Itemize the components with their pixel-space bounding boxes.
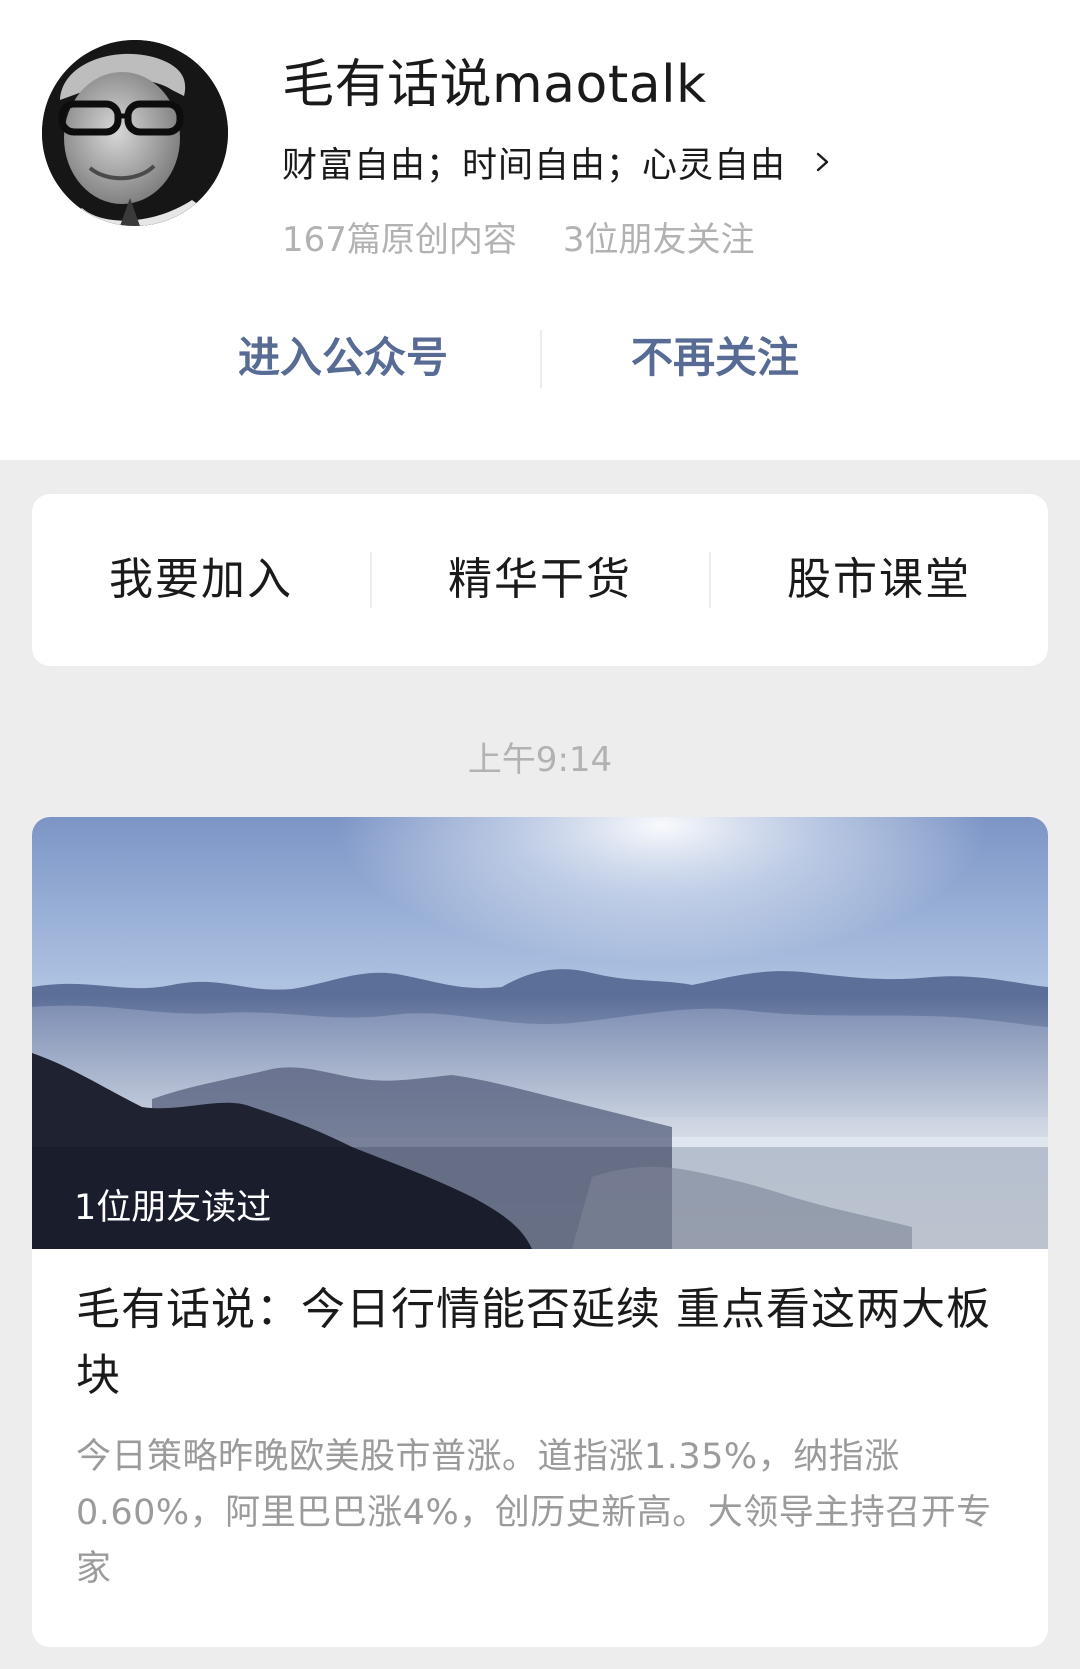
- account-actions: 进入公众号 不再关注: [0, 318, 1080, 398]
- account-profile: 毛有话说maotalk 财富自由；时间自由；心灵自由 167篇原创内容 3位朋友…: [0, 0, 1080, 460]
- enter-account-button[interactable]: 进入公众号: [163, 318, 523, 398]
- avatar[interactable]: [42, 40, 228, 226]
- article-digest: 今日策略昨晚欧美股市普涨。道指涨1.35%，纳指涨0.60%，阿里巴巴涨4%，创…: [76, 1437, 992, 1589]
- original-count: 167篇原创内容: [282, 220, 517, 260]
- message-timestamp: 上午9:14: [467, 740, 613, 780]
- avatar-portrait: [42, 40, 228, 226]
- menu-item-stock-class[interactable]: 股市课堂: [710, 494, 1048, 666]
- menu-item-highlights[interactable]: 精华干货: [371, 494, 709, 666]
- friends-following-count: 3位朋友关注: [562, 220, 755, 260]
- custom-menu: 我要加入 精华干货 股市课堂: [32, 494, 1048, 666]
- unfollow-button[interactable]: 不再关注: [535, 318, 895, 398]
- account-stats: 167篇原创内容 3位朋友关注: [282, 212, 755, 261]
- article-title[interactable]: 毛有话说：今日行情能否延续 重点看这两大板块: [76, 1277, 1016, 1409]
- friends-read-badge: 1位朋友读过: [74, 1188, 272, 1228]
- menu-item-join[interactable]: 我要加入: [32, 494, 370, 666]
- article-cover-image[interactable]: 1位朋友读过: [32, 817, 1048, 1249]
- chevron-right-icon: [816, 152, 829, 172]
- account-intro[interactable]: 财富自由；时间自由；心灵自由: [282, 138, 834, 186]
- article-card[interactable]: 1位朋友读过 毛有话说：今日行情能否延续 重点看这两大板块 今日策略昨晚欧美股市…: [32, 817, 1048, 1647]
- account-slogan: 财富自由；时间自由；心灵自由: [282, 145, 787, 186]
- account-name: 毛有话说maotalk: [282, 55, 707, 115]
